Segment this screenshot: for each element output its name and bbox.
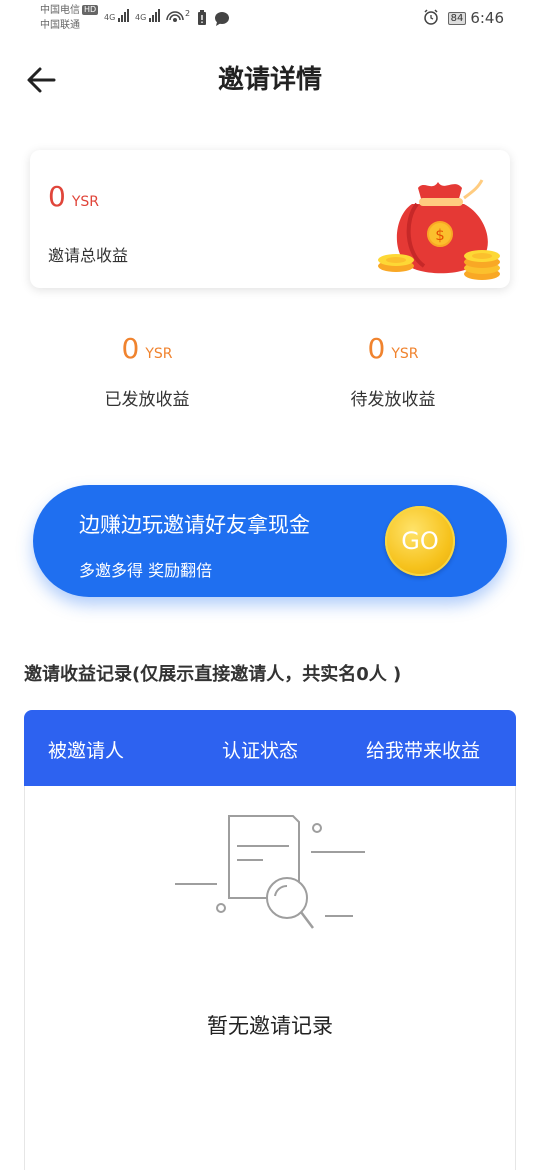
signal-2: 4G: [135, 9, 161, 22]
invite-banner[interactable]: 边赚边玩邀请好友拿现金 多邀多得 奖励翻倍 GO: [33, 485, 507, 597]
page-title: 邀请详情: [217, 65, 322, 95]
carrier-1: 中国电信: [40, 5, 80, 16]
issued-earnings-label: 已发放收益: [104, 390, 190, 410]
pending-earnings: 0 YSR 待发放收益: [293, 332, 493, 410]
column-verification-status: 认证状态: [222, 740, 299, 762]
go-button[interactable]: GO: [385, 506, 455, 576]
empty-records-text: 暂无邀请记录: [207, 1014, 333, 1038]
total-earnings-value: 0: [48, 180, 66, 213]
total-earnings-card: 0 YSR 邀请总收益 $: [30, 150, 510, 288]
alarm-icon: [424, 9, 438, 25]
total-earnings-unit: YSR: [71, 194, 99, 210]
status-bar: 中国电信 HD 中国联通 4G 4G 2 84 6:46: [0, 0, 540, 40]
clock: 6:46: [470, 9, 504, 27]
money-bag-icon: $: [378, 179, 500, 280]
invite-details-page: 中国电信 HD 中国联通 4G 4G 2 84 6:46 邀请详情 0 YSR …: [0, 0, 540, 1170]
hd-badge: HD: [82, 5, 99, 15]
issued-earnings: 0 YSR 已发放收益: [47, 332, 247, 410]
pending-earnings-label: 待发放收益: [350, 390, 436, 410]
network-type-2: 4G: [135, 13, 147, 22]
network-type-1: 4G: [104, 13, 116, 22]
pending-earnings-amount: 0 YSR: [293, 332, 493, 365]
hotspot-count: 2: [185, 9, 190, 18]
signal-1: 4G: [104, 9, 130, 22]
pending-earnings-unit: YSR: [391, 346, 419, 362]
total-earnings-amount: 0 YSR: [48, 180, 99, 213]
pending-earnings-value: 0: [367, 332, 386, 365]
records-title: 邀请收益记录(仅展示直接邀请人，共实名0人 ): [24, 664, 402, 685]
issued-earnings-value: 0: [121, 332, 140, 365]
carrier-2: 中国联通: [40, 20, 80, 31]
records-table-body: 暂无邀请记录: [24, 786, 516, 1170]
svg-text:$: $: [435, 226, 445, 244]
issued-earnings-unit: YSR: [145, 346, 173, 362]
total-earnings-label: 邀请总收益: [48, 246, 129, 265]
header: 邀请详情: [0, 50, 540, 110]
records-table-header: 被邀请人 认证状态 给我带来收益: [24, 710, 516, 786]
battery-saver-icon: [198, 10, 206, 25]
status-right: 84 6:46: [423, 9, 504, 27]
column-earnings-brought: 给我带来收益: [366, 740, 481, 762]
issued-earnings-amount: 0 YSR: [47, 332, 247, 365]
carrier-info: 中国电信 HD 中国联通: [40, 3, 99, 33]
banner-title: 边赚边玩邀请好友拿现金: [79, 513, 310, 537]
signal-bars-2-icon: [148, 9, 161, 22]
column-invitee: 被邀请人: [48, 740, 125, 762]
message-icon: [215, 12, 229, 26]
signal-bars-1-icon: [117, 9, 130, 22]
hotspot-icon: 2: [166, 9, 190, 22]
empty-document-search-icon: [175, 815, 365, 929]
battery-icon: 84: [447, 12, 467, 25]
banner-subtitle: 多邀多得 奖励翻倍: [79, 561, 213, 580]
